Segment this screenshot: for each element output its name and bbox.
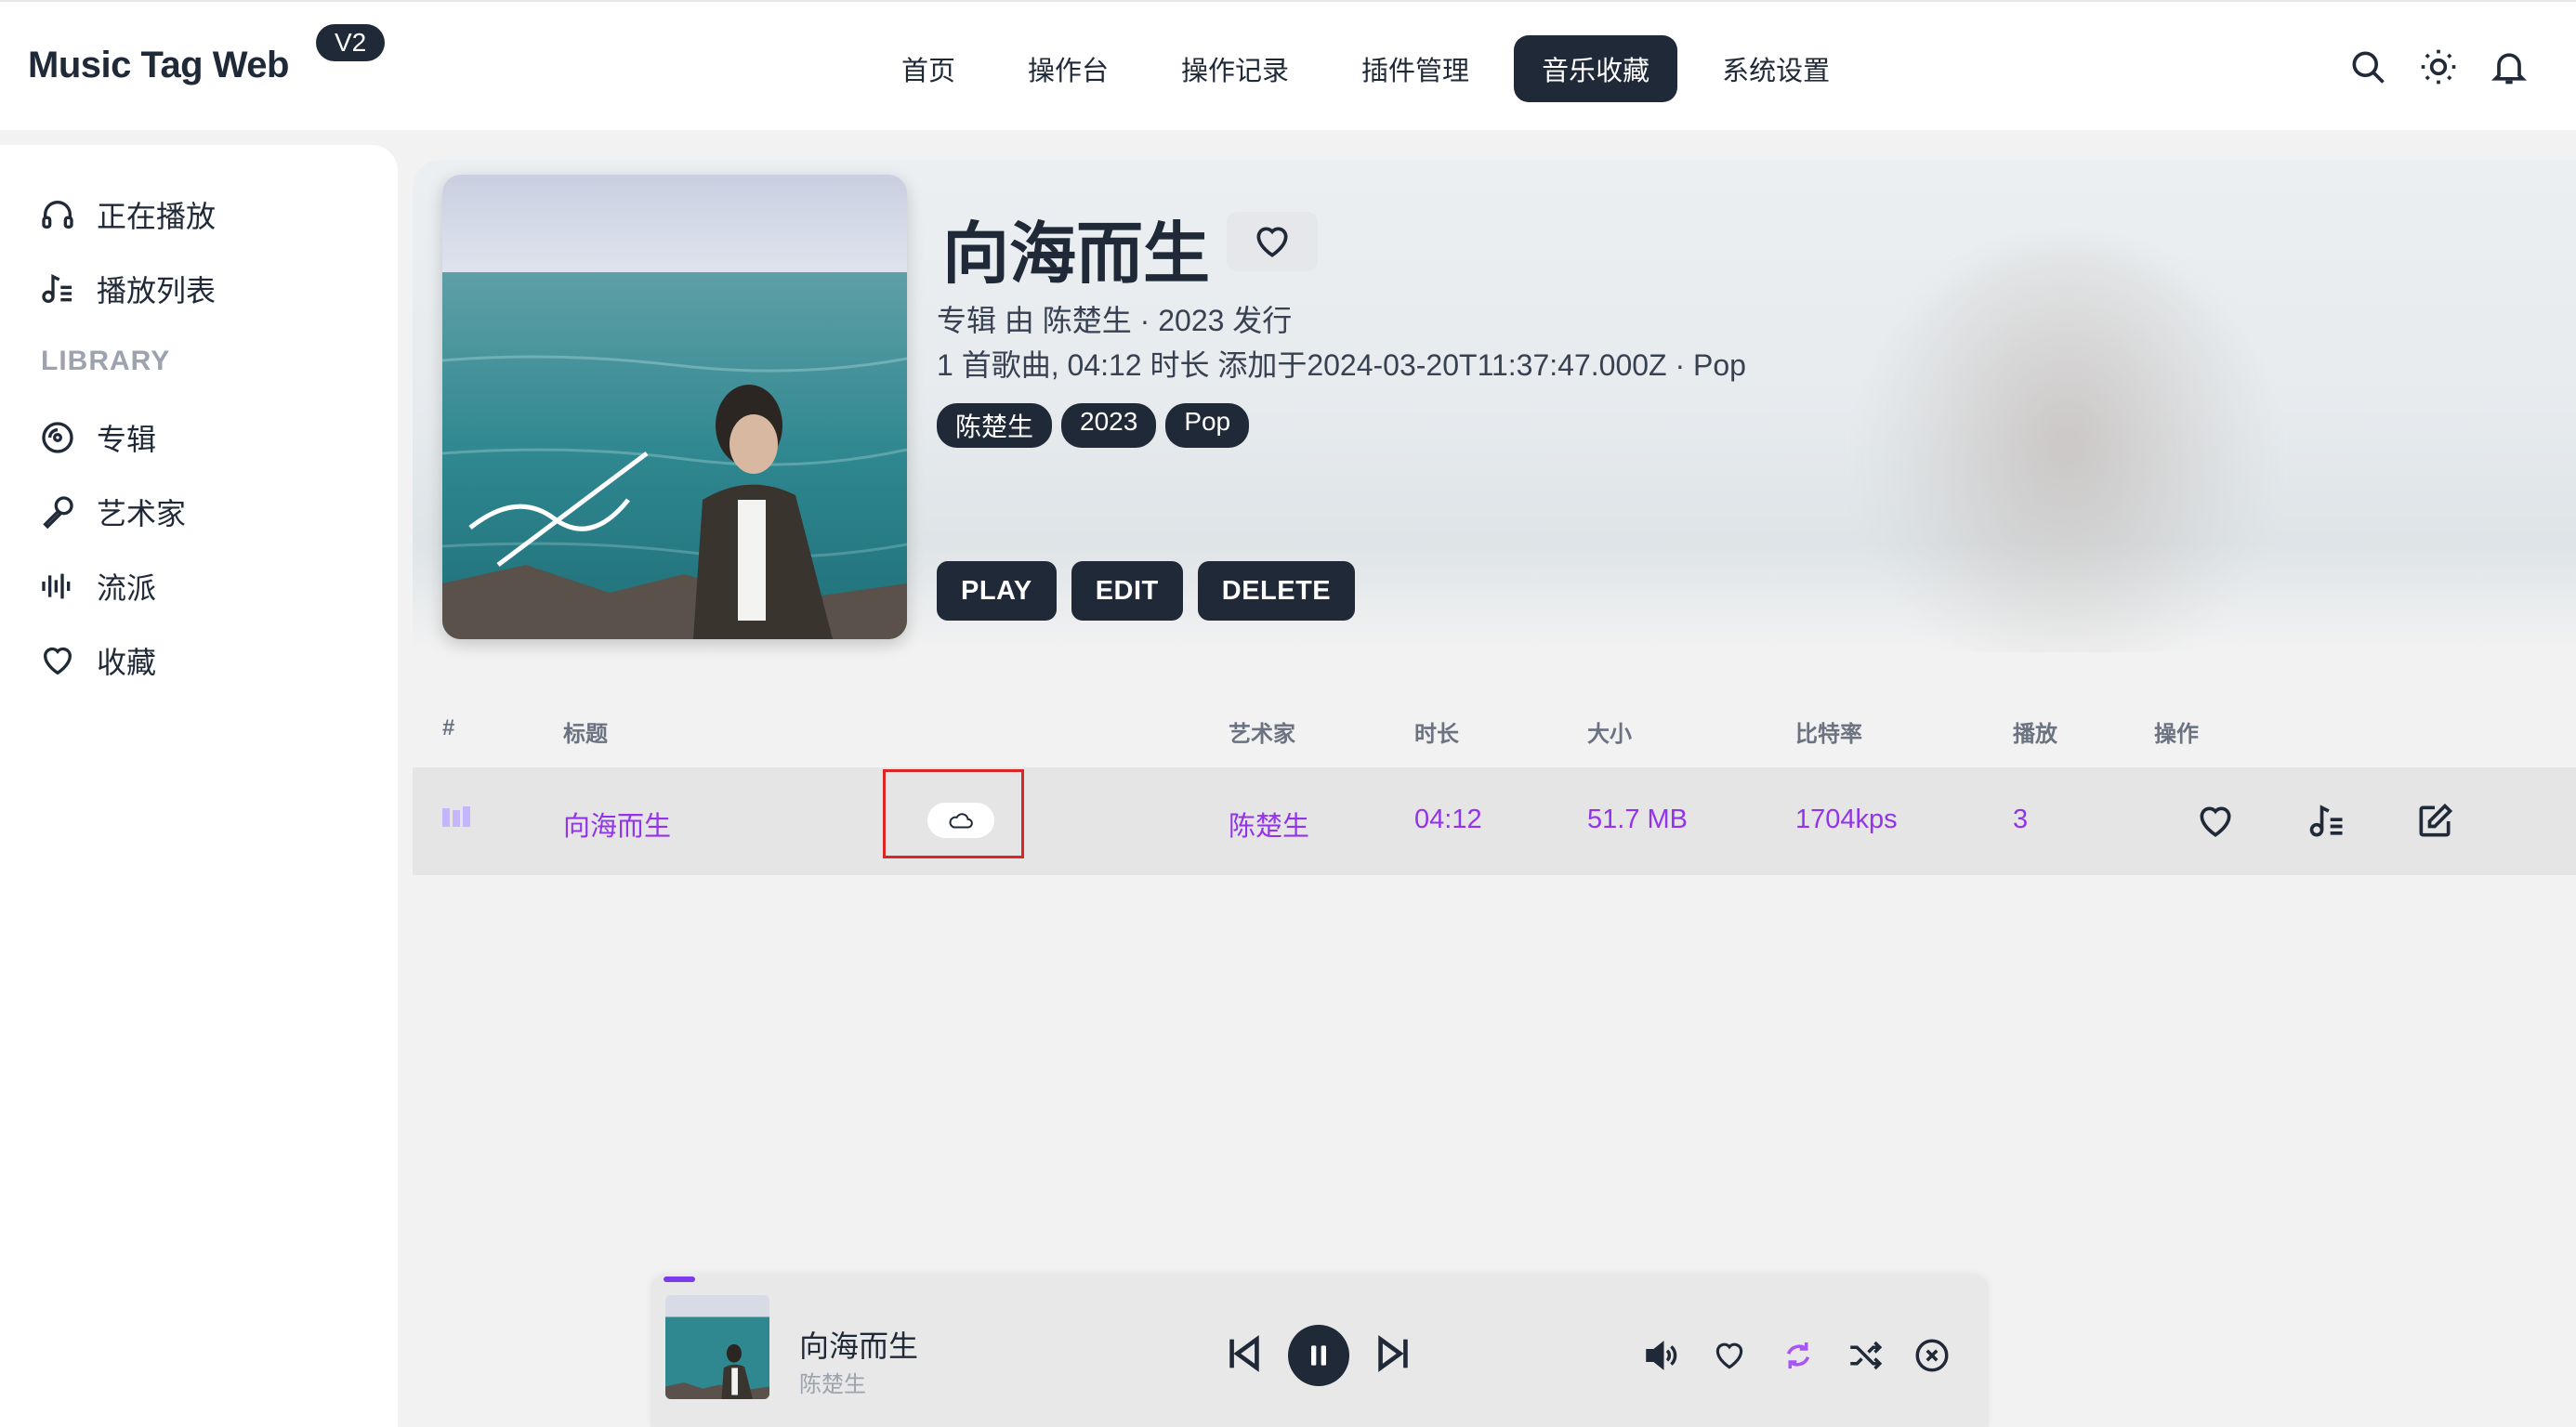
row-title[interactable]: 向海而生: [563, 805, 671, 844]
top-actions: [2347, 46, 2530, 87]
main-nav: 首页 操作台 操作记录 插件管理 音乐收藏 系统设置: [874, 35, 1858, 102]
sidebar-item-favorites[interactable]: 收藏: [39, 639, 156, 682]
row-add-to-playlist-icon[interactable]: [2307, 801, 2347, 842]
player-cover-art: [665, 1295, 769, 1399]
volume-icon[interactable]: [1641, 1336, 1680, 1375]
sidebar: 正在播放 播放列表 LIBRARY 专辑 艺术家 流派 收藏: [0, 145, 398, 1427]
player-heart-icon[interactable]: [1712, 1338, 1747, 1373]
row-bitrate: 1704kps: [1795, 805, 1898, 834]
sidebar-item-label: 正在播放: [97, 200, 217, 233]
row-size: 51.7 MB: [1587, 805, 1688, 834]
col-header-index: #: [442, 715, 455, 740]
version-badge: V2: [316, 24, 386, 61]
app-title[interactable]: Music Tag Web: [28, 45, 289, 86]
previous-track-icon[interactable]: [1223, 1332, 1266, 1375]
sidebar-item-label: 艺术家: [97, 497, 187, 530]
repeat-icon[interactable]: [1779, 1336, 1818, 1375]
playlist-icon: [42, 273, 72, 303]
sidebar-item-albums[interactable]: 专辑: [39, 416, 156, 459]
col-header-duration[interactable]: 时长: [1414, 715, 1459, 748]
sidebar-item-artists[interactable]: 艺术家: [39, 491, 186, 533]
row-duration: 04:12: [1414, 805, 1482, 834]
player-cover[interactable]: [665, 1295, 769, 1399]
sidebar-item-label: 播放列表: [97, 274, 217, 308]
library-heading: LIBRARY: [41, 346, 171, 376]
album-favorite-button[interactable]: [1227, 212, 1318, 271]
sidebar-item-label: 流派: [97, 571, 157, 605]
player-track-artist: 陈楚生: [799, 1372, 866, 1397]
table-row[interactable]: [413, 767, 2576, 875]
pause-icon: [1311, 1345, 1326, 1366]
nav-console[interactable]: 操作台: [1000, 35, 1137, 102]
playback-progress-bar[interactable]: [664, 1276, 695, 1282]
search-icon[interactable]: [2347, 46, 2388, 87]
row-artist[interactable]: 陈楚生: [1229, 805, 1309, 844]
row-edit-icon[interactable]: [2414, 801, 2455, 842]
hero-background-blur: [1862, 243, 2271, 652]
play-button[interactable]: PLAY: [937, 561, 1057, 621]
tag-genre[interactable]: Pop: [1165, 403, 1250, 448]
genre-bars-icon: [42, 573, 71, 599]
tag-year[interactable]: 2023: [1061, 403, 1157, 448]
col-header-plays[interactable]: 播放: [2013, 715, 2057, 748]
album-meta-line1: 专辑 由 陈楚生 · 2023 发行: [937, 304, 1293, 337]
player-track-title: 向海而生: [799, 1329, 919, 1363]
next-track-icon[interactable]: [1372, 1332, 1414, 1375]
nav-home[interactable]: 首页: [874, 35, 983, 102]
cloud-button[interactable]: [927, 803, 994, 838]
nav-settings[interactable]: 系统设置: [1694, 35, 1858, 102]
sidebar-item-now-playing[interactable]: 正在播放: [39, 193, 216, 236]
sidebar-item-playlist[interactable]: 播放列表: [39, 268, 216, 310]
heart-icon: [43, 647, 72, 675]
top-bar: Music Tag Web V2 首页 操作台 操作记录 插件管理 音乐收藏 系…: [0, 0, 2576, 130]
tag-artist[interactable]: 陈楚生: [937, 403, 1053, 448]
album-tags: 陈楚生 2023 Pop: [937, 403, 1250, 448]
theme-sun-icon[interactable]: [2418, 46, 2459, 87]
shuffle-icon[interactable]: [1846, 1336, 1885, 1375]
album-icon: [42, 422, 73, 453]
close-player-icon[interactable]: [1912, 1336, 1952, 1375]
col-header-artist[interactable]: 艺术家: [1229, 715, 1295, 748]
col-header-ops: 操作: [2154, 722, 2199, 747]
microphone-icon: [43, 496, 73, 530]
bell-icon[interactable]: [2489, 46, 2530, 87]
album-meta-line2: 1 首歌曲, 04:12 时长 添加于2024-03-20T11:37:47.0…: [937, 348, 1746, 382]
sidebar-item-label: 专辑: [97, 423, 157, 456]
headphones-icon: [42, 201, 73, 229]
pause-button[interactable]: [1288, 1325, 1349, 1386]
col-header-title[interactable]: 标题: [563, 715, 608, 748]
col-header-bitrate[interactable]: 比特率: [1795, 715, 1862, 748]
album-actions: PLAY EDIT DELETE: [937, 561, 1356, 621]
now-playing-bars-icon: [442, 806, 470, 827]
nav-records[interactable]: 操作记录: [1153, 35, 1317, 102]
heart-icon: [1256, 227, 1288, 257]
col-header-size[interactable]: 大小: [1587, 715, 1632, 748]
row-favorite-heart-icon[interactable]: [2195, 801, 2236, 842]
edit-button[interactable]: EDIT: [1071, 561, 1183, 621]
album-cover-art: [442, 175, 907, 639]
row-plays: 3: [2013, 805, 2029, 834]
sidebar-item-label: 收藏: [97, 646, 157, 679]
delete-button[interactable]: DELETE: [1197, 561, 1356, 621]
album-cover[interactable]: [442, 175, 907, 639]
sidebar-item-genres[interactable]: 流派: [39, 565, 156, 608]
nav-music-collection[interactable]: 音乐收藏: [1514, 35, 1678, 102]
nav-plugins[interactable]: 插件管理: [1334, 35, 1497, 102]
album-title: 向海而生: [942, 217, 1211, 292]
cloud-icon: [949, 813, 973, 829]
